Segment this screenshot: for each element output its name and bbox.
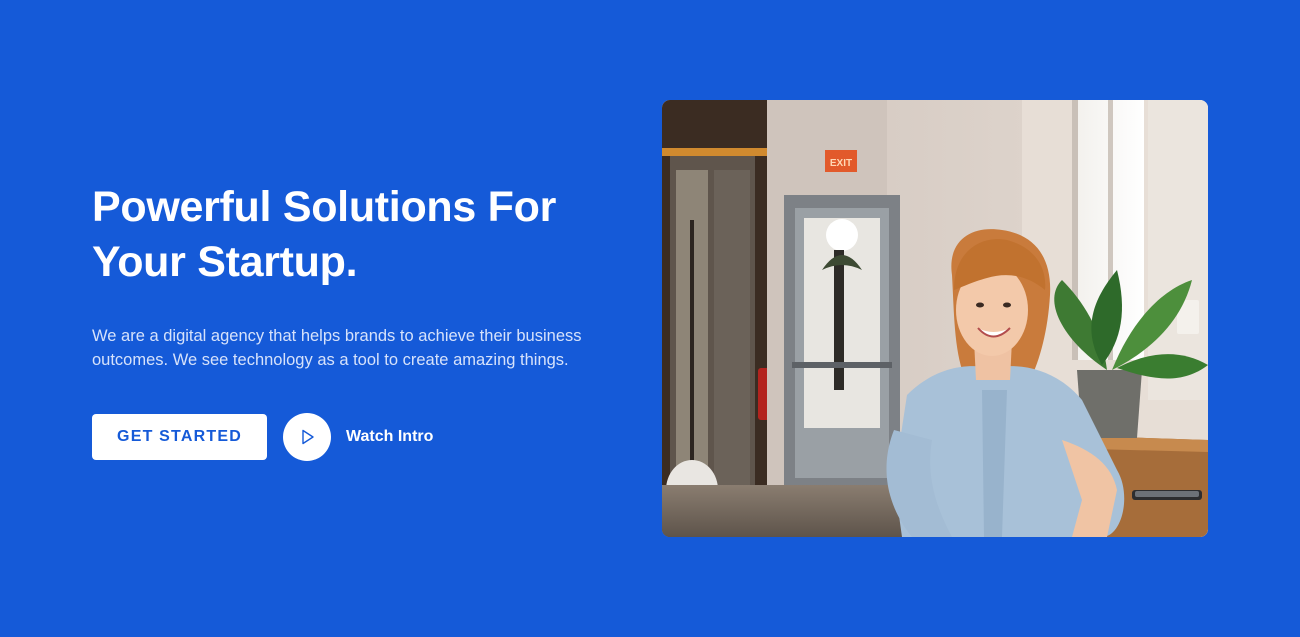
get-started-button[interactable]: GET STARTED [92, 414, 267, 460]
exit-sign: EXIT [830, 158, 852, 169]
watch-intro-link[interactable]: Watch Intro [283, 413, 433, 461]
cta-row: GET STARTED Watch Intro [92, 413, 632, 461]
hero-section: Powerful Solutions For Your Startup. We … [0, 0, 1300, 637]
hero-title: Powerful Solutions For Your Startup. [92, 183, 557, 286]
hero-description: We are a digital agency that helps brand… [92, 327, 582, 369]
hero-content: Powerful Solutions For Your Startup. We … [92, 180, 632, 461]
play-icon [302, 429, 314, 445]
hero-photo: EXIT [662, 100, 1208, 537]
play-button[interactable] [283, 413, 331, 461]
hero-image: EXIT [662, 100, 1208, 537]
watch-intro-label: Watch Intro [346, 428, 434, 445]
